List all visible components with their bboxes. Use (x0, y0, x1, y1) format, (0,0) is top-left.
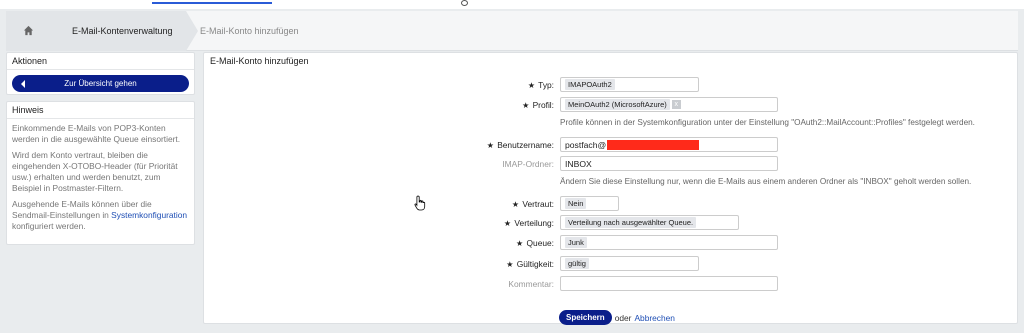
username-label-text: Benutzername: (497, 140, 554, 150)
go-to-overview-button[interactable]: Zur Übersicht gehen (12, 75, 189, 92)
home-icon (23, 25, 34, 38)
hint-paragraph: Wird dem Konto vertraut, bleiben die ein… (12, 150, 178, 193)
add-email-account-panel: E-Mail-Konto hinzufügen ★ Typ: IMAPOAuth… (203, 52, 1018, 325)
browser-top-strip (0, 0, 1024, 9)
profile-value: MeinOAuth2 (MicrosoftAzure) (565, 99, 670, 110)
trusted-select[interactable]: Nein (560, 196, 619, 211)
validity-select[interactable]: gültig (560, 256, 699, 271)
profile-select[interactable]: MeinOAuth2 (MicrosoftAzure) x (560, 97, 778, 112)
panel-title: E-Mail-Konto hinzufügen (210, 56, 309, 66)
hand-pointer-icon (414, 195, 426, 211)
type-value: IMAPOAuth2 (565, 79, 615, 90)
trusted-label-text: Vertraut: (522, 199, 554, 209)
save-button[interactable]: Speichern (559, 310, 612, 325)
go-to-overview-label: Zur Übersicht gehen (64, 79, 137, 88)
cancel-link[interactable]: Abbrechen (634, 313, 675, 323)
or-text: oder (614, 312, 632, 323)
queue-select[interactable]: Junk (560, 235, 778, 250)
hint-paragraph: Ausgehende E-Mails können über die Sendm… (12, 199, 189, 232)
imap-folder-help: Ändern Sie diese Einstellung nur, wenn d… (560, 177, 972, 186)
comment-input[interactable] (560, 276, 778, 291)
breadcrumb-label: E-Mail-Konto hinzufügen (200, 26, 299, 36)
username-input[interactable]: postfach@ (560, 137, 778, 152)
username-value: postfach@ (565, 139, 607, 150)
imap-folder-value: INBOX (565, 158, 592, 169)
imap-folder-input[interactable]: INBOX (560, 156, 778, 171)
required-star-icon: ★ (486, 141, 494, 150)
required-star-icon: ★ (522, 101, 530, 110)
dispatching-label-text: Verteilung: (514, 218, 554, 228)
dispatching-value: Verteilung nach ausgewählter Queue. (565, 217, 697, 228)
type-select[interactable]: IMAPOAuth2 (560, 77, 699, 92)
trusted-value: Nein (565, 198, 587, 209)
dispatching-label: ★ Verteilung: (354, 218, 554, 228)
remove-profile-icon[interactable]: x (671, 100, 681, 109)
hint-text: konfiguriert werden. (12, 221, 86, 231)
validity-label: ★ Gültigkeit: (354, 259, 554, 269)
comment-label: Kommentar: (508, 279, 554, 289)
breadcrumb-home[interactable] (6, 11, 50, 51)
hint-body: Einkommende E-Mails von POP3-Konten werd… (7, 119, 194, 241)
page: E-Mail-Kontenverwaltung E-Mail-Konto hin… (0, 9, 1024, 333)
type-label: ★ Typ: (354, 80, 554, 90)
top-link-fragment[interactable] (152, 1, 272, 4)
queue-label: ★ Queue: (354, 238, 554, 248)
validity-label-text: Gültigkeit: (516, 259, 554, 269)
hint-title: Hinweis (7, 102, 194, 119)
hint-box: Hinweis Einkommende E-Mails von POP3-Kon… (6, 101, 195, 245)
dispatching-select[interactable]: Verteilung nach ausgewählter Queue. (560, 215, 739, 230)
form-actions: Speichern oder Abbrechen (559, 310, 675, 325)
required-star-icon: ★ (516, 239, 524, 248)
system-configuration-link[interactable]: Systemkonfiguration (111, 210, 187, 220)
required-star-icon: ★ (511, 200, 520, 209)
arrow-left-icon (21, 80, 25, 88)
breadcrumb: E-Mail-Kontenverwaltung E-Mail-Konto hin… (6, 11, 1018, 51)
top-icon-fragment (461, 0, 468, 6)
type-label-text: Typ: (538, 80, 554, 90)
required-star-icon: ★ (503, 219, 512, 228)
actions-box: Aktionen Zur Übersicht gehen (6, 52, 195, 95)
actions-title: Aktionen (7, 53, 194, 70)
required-star-icon: ★ (527, 81, 535, 90)
queue-label-text: Queue: (526, 238, 554, 248)
profile-label-text: Profil: (532, 100, 554, 110)
validity-value: gültig (565, 258, 589, 269)
breadcrumb-email-account-management[interactable]: E-Mail-Kontenverwaltung (50, 11, 186, 51)
hint-paragraph: Einkommende E-Mails von POP3-Konten werd… (12, 123, 181, 144)
trusted-label: ★ Vertraut: (354, 199, 554, 209)
breadcrumb-label: E-Mail-Kontenverwaltung (72, 26, 173, 36)
imap-folder-label: IMAP-Ordner: (502, 159, 554, 169)
required-star-icon: ★ (506, 260, 514, 269)
username-label: ★ Benutzername: (354, 140, 554, 150)
profile-help: Profile können in der Systemkonfiguratio… (560, 118, 975, 127)
profile-label: ★ Profil: (354, 100, 554, 110)
queue-value: Junk (565, 237, 587, 248)
breadcrumb-current: E-Mail-Konto hinzufügen (186, 11, 299, 51)
redaction-bar (607, 139, 700, 150)
sidebar: Aktionen Zur Übersicht gehen Hinweis Ein… (6, 52, 195, 251)
